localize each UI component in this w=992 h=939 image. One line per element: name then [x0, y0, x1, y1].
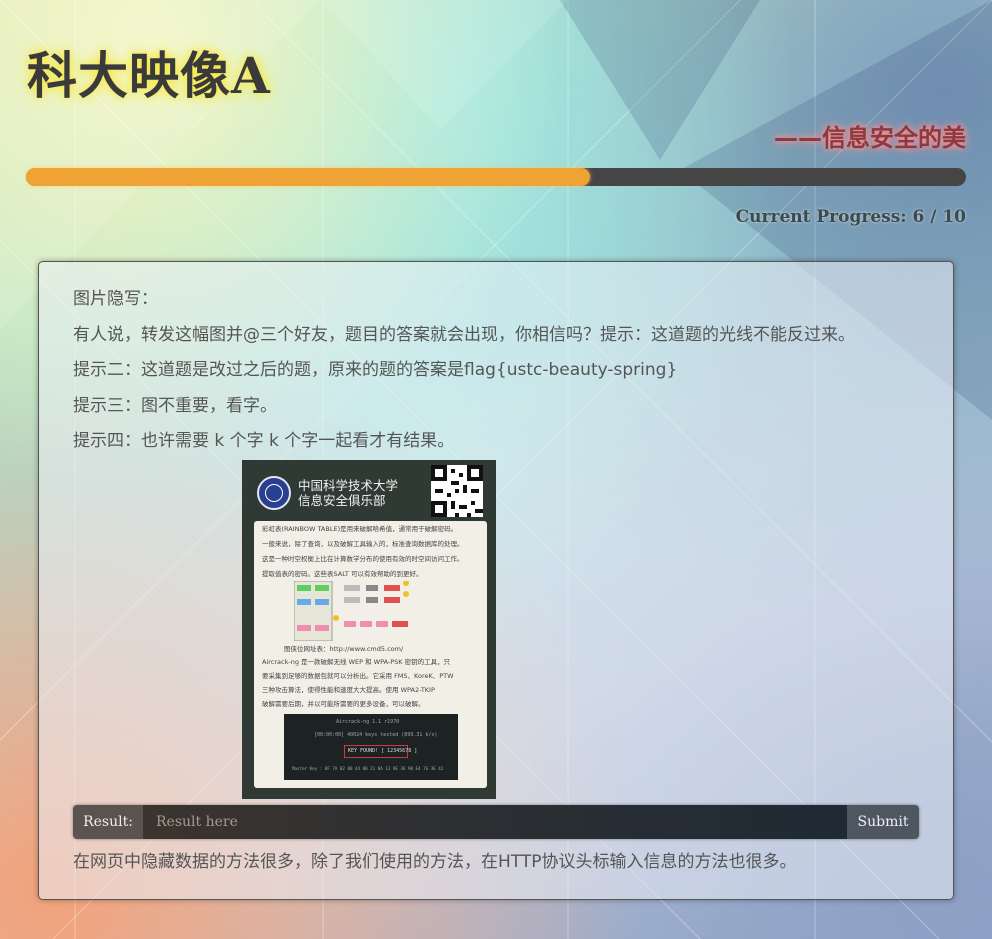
- question-line-2: 有人说，转发这幅图并@三个好友，题目的答案就会出现，你相信吗？提示：这道题的光线…: [73, 325, 855, 345]
- footer-hint: 在网页中隐藏数据的方法很多，除了我们使用的方法，在HTTP协议头标输入信息的方法…: [73, 852, 797, 872]
- answer-form: Result: Submit: [73, 805, 919, 839]
- poster-text: Aircrack-ng 是一款破解无线 WEP 和 WPA-PSK 密钥的工具，…: [262, 658, 451, 666]
- poster-text: 要采集到足够的数据包就可以分析出。它采用 FMS、KoreK、PTW: [262, 672, 454, 680]
- poster-text: 破解需要后期，并以可能所需要的更多设备，可以破解。: [262, 700, 425, 708]
- result-label: Result:: [73, 805, 143, 839]
- question-panel: 图片隐写： 有人说，转发这幅图并@三个好友，题目的答案就会出现，你相信吗？提示：…: [38, 261, 954, 900]
- page-subtitle: ——信息安全的美: [774, 124, 966, 152]
- result-input[interactable]: [143, 805, 847, 839]
- progress-bar-fill: [26, 168, 590, 186]
- qr-code-icon: [431, 465, 483, 517]
- terminal-line: KEY FOUND! [ 12345678 ]: [348, 748, 418, 754]
- rainbow-table-diagram: [294, 581, 409, 641]
- progress-label: Current Progress: 6 / 10: [735, 207, 966, 227]
- poster-text: 三种攻击算法，使得性能和速度大大提高。使用 WPA2-TKIP: [262, 686, 435, 694]
- terminal-line: Aircrack-ng 1.1 r1970: [336, 719, 400, 725]
- poster-url: 图侠位网址表：http://www.cmd5.com/: [284, 645, 404, 653]
- club-logo-icon: [257, 476, 291, 510]
- poster-title-line-2: 信息安全俱乐部: [298, 493, 386, 508]
- poster-body: 彩虹表(RAINBOW TABLE)是用来破解哈希值，通常用于破解密码。 一般来…: [254, 521, 487, 788]
- terminal-line: Master Key : 8F 7A 02 00 44 00 21 0A 13 …: [292, 766, 444, 771]
- progress-bar: [26, 168, 966, 186]
- terminal-line: [00:00:00] 40024 keys tested (899.31 k/s…: [314, 732, 438, 738]
- poster-header: 中国科学技术大学 信息安全俱乐部: [242, 460, 496, 520]
- poster-text: 这是一种时空权衡上比在计算数学分布的使用有效的时空间访问工作。: [262, 555, 464, 563]
- question-line-1: 图片隐写：: [73, 289, 158, 309]
- terminal-screenshot: Aircrack-ng 1.1 r1970 [00:00:00] 40024 k…: [284, 714, 458, 780]
- poster-title: 中国科学技术大学 信息安全俱乐部: [298, 478, 418, 508]
- poster-text: 一般来说，除了查询，以及破解工具输入的，标准查询数据库的处理。: [262, 540, 464, 548]
- question-line-3: 提示二：这道题是改过之后的题，原来的题的答案是flag{ustc-beauty-…: [73, 360, 678, 380]
- poster-title-line-1: 中国科学技术大学: [298, 478, 399, 493]
- page-title: 科大映像A: [27, 46, 271, 105]
- question-line-5: 提示四：也许需要 k 个字 k 个字一起看才有结果。: [73, 431, 455, 451]
- challenge-image: 中国科学技术大学 信息安全俱乐部 彩虹表(RAINBOW TABLE)是用来破解…: [242, 460, 496, 799]
- submit-button[interactable]: Submit: [847, 805, 919, 839]
- poster-text: 提取值表的密码。这些表SALT 可以有效帮助的到更好。: [262, 570, 423, 578]
- question-line-4: 提示三：图不重要，看字。: [73, 396, 277, 416]
- poster-text: 彩虹表(RAINBOW TABLE)是用来破解哈希值，通常用于破解密码。: [262, 525, 458, 533]
